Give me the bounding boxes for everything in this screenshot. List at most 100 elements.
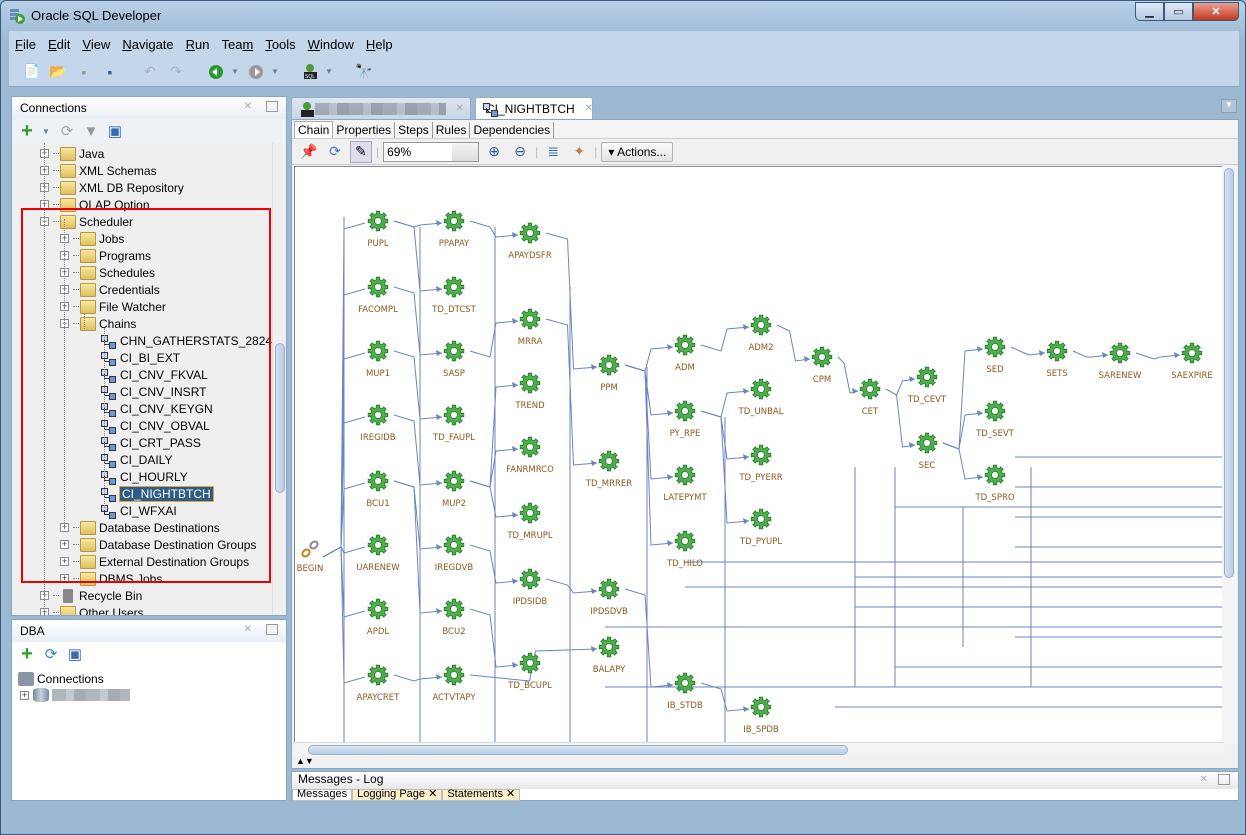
chain-step[interactable]: TD_BCUPL — [507, 652, 552, 691]
chain-rule-edge[interactable] — [393, 414, 443, 486]
save-icon[interactable]: ▪ — [73, 61, 95, 83]
expand-toggle[interactable]: + — [60, 574, 69, 583]
menu-help[interactable]: Help — [366, 37, 393, 52]
chain-item[interactable]: CI_CNV_FKVAL — [100, 366, 208, 383]
dba-connection-item[interactable]: + — [12, 686, 286, 702]
chain-rule-edge[interactable] — [469, 220, 519, 238]
subtab-properties[interactable]: Properties — [333, 122, 396, 138]
chain-rule-edge[interactable] — [469, 544, 519, 584]
canvas-vscroll-thumb[interactable] — [1224, 168, 1234, 578]
canvas-vertical-scrollbar[interactable] — [1222, 166, 1236, 744]
chain-step[interactable]: IB_SPDB — [743, 696, 779, 735]
tab-ci-nightbtch[interactable]: CI_NIGHTBTCH ✕ — [475, 97, 593, 119]
new-icon[interactable]: 📄 — [21, 61, 43, 83]
chain-step[interactable]: APDL — [367, 598, 389, 637]
chain-rule-edge[interactable] — [1135, 352, 1181, 360]
tree-item-java[interactable]: + Java — [40, 145, 104, 162]
chain-step[interactable]: ADM — [674, 334, 696, 373]
actions-button[interactable]: ▾ Actions... — [601, 141, 674, 162]
chain-rule-edge[interactable] — [942, 442, 984, 480]
chain-step[interactable]: IB_STDB — [667, 672, 703, 711]
edit-icon[interactable]: ✎ — [350, 140, 372, 163]
tab-sql-worksheet[interactable]: ✕ — [291, 97, 471, 119]
chain-item[interactable]: CI_WFXAI — [100, 502, 177, 519]
add-step-icon[interactable]: ≣ — [542, 141, 564, 163]
subtab-steps[interactable]: Steps — [395, 122, 433, 138]
chain-step[interactable]: PPAPAY — [439, 210, 470, 249]
menu-team[interactable]: Team — [222, 37, 254, 52]
chain-step[interactable]: IREGIDB — [360, 404, 396, 443]
chain-rule-edge[interactable] — [393, 480, 443, 550]
tree-item-jobs[interactable]: + Jobs — [60, 230, 124, 247]
chain-step[interactable]: IPDSIDB — [513, 568, 548, 607]
chain-step[interactable]: TD_FAUPL — [432, 404, 475, 443]
menu-tools[interactable]: Tools — [265, 37, 295, 52]
save-all-icon[interactable]: ▪ — [99, 61, 121, 83]
redo-icon[interactable]: ↷ — [165, 61, 187, 83]
chain-rule-edge[interactable] — [469, 318, 519, 358]
tree-item-external-destination-groups[interactable]: + External Destination Groups — [60, 553, 249, 570]
chain-step[interactable]: LATEPYMT — [663, 464, 707, 503]
close-panel-icon[interactable]: ✕ — [1200, 774, 1208, 785]
add-rule-icon[interactable]: ✦ — [568, 141, 590, 163]
subtab-chain[interactable]: Chain — [294, 121, 334, 138]
refresh-icon[interactable]: ⟳ — [42, 645, 60, 663]
chain-item[interactable]: CI_CNV_INSRT — [100, 383, 206, 400]
chain-item[interactable]: CI_HOURLY — [100, 468, 188, 485]
minimize-panel-icon[interactable] — [266, 101, 278, 112]
chain-step[interactable]: APAYDSFR — [508, 222, 552, 261]
menu-file[interactable]: File — [15, 37, 36, 52]
canvas-hscroll-thumb[interactable] — [308, 745, 848, 755]
split-arrows-icon[interactable]: ▲▼ — [296, 756, 314, 766]
chain-step[interactable]: BALAPY — [593, 636, 626, 675]
refresh-icon[interactable]: ⟳ — [324, 141, 346, 163]
tree-item-olap-option[interactable]: + OLAP Option — [40, 196, 150, 213]
tree-item-scheduler[interactable]: − Scheduler — [40, 213, 133, 230]
chain-step[interactable]: TD_MRUPL — [506, 502, 553, 541]
expand-toggle[interactable]: + — [20, 690, 29, 700]
subtab-dependencies[interactable]: Dependencies — [470, 122, 555, 138]
chain-item[interactable]: CI_NIGHTBTCH — [100, 485, 214, 502]
chain-step[interactable]: IREGDVB — [435, 534, 474, 573]
chain-step[interactable]: BCU1 — [366, 470, 390, 509]
chain-rule-edge[interactable] — [624, 364, 674, 546]
tree-item-programs[interactable]: + Programs — [60, 247, 151, 264]
add-dropdown-icon[interactable]: ▼ — [42, 127, 52, 136]
expand-toggle[interactable]: + — [60, 557, 69, 566]
menu-edit[interactable]: Edit — [48, 37, 70, 52]
chain-rule-edge[interactable] — [393, 220, 443, 292]
chain-rule-edge[interactable] — [885, 376, 916, 396]
chain-rule-edge[interactable] — [624, 364, 674, 480]
chain-item[interactable]: CI_CNV_OBVAL — [100, 417, 210, 434]
chain-step[interactable]: TD_PYERR — [738, 444, 783, 483]
chain-step[interactable]: APAYCRET — [357, 664, 400, 703]
chain-step[interactable]: FANRMRCO — [506, 436, 554, 475]
expand-toggle[interactable]: + — [60, 540, 69, 549]
chain-step[interactable]: MRRA — [518, 308, 543, 347]
chain-step[interactable]: SAEXPIRE — [1171, 342, 1213, 381]
chain-step[interactable]: TD_MRRER — [585, 450, 633, 489]
chain-rule-edge[interactable] — [393, 286, 443, 356]
forward-icon[interactable] — [245, 61, 267, 83]
chain-rule-edge[interactable] — [1072, 350, 1109, 358]
tree-item-database-destination-groups[interactable]: + Database Destination Groups — [60, 536, 256, 553]
tree-item-xml-schemas[interactable]: + XML Schemas — [40, 162, 157, 179]
sql-worksheet-icon[interactable]: SQL — [299, 61, 321, 83]
close-tab-icon[interactable]: ✕ — [456, 103, 464, 114]
maximize-button[interactable]: ▭ — [1164, 2, 1193, 21]
menu-run[interactable]: Run — [186, 37, 210, 52]
chain-item[interactable]: CI_CRT_PASS — [100, 434, 201, 451]
chain-step[interactable]: TD_UNBAL — [738, 378, 784, 417]
tree-scroll-thumb[interactable] — [275, 343, 285, 493]
chain-step[interactable]: TD_SPRO — [974, 464, 1015, 503]
close-tab-icon[interactable]: ✕ — [585, 103, 593, 114]
chain-step[interactable]: CET — [859, 378, 881, 417]
chain-rule-edge[interactable] — [545, 578, 598, 594]
minimize-panel-icon[interactable] — [1218, 774, 1230, 785]
tree-item-dbms-jobs[interactable]: + DBMS Jobs — [60, 570, 162, 587]
chain-step[interactable]: SARENEW — [1099, 342, 1142, 381]
menu-view[interactable]: View — [82, 37, 110, 52]
chain-step[interactable]: IPDSDVB — [590, 578, 628, 617]
chain-step[interactable]: PPM — [598, 354, 620, 393]
chain-step[interactable]: ADM2 — [748, 314, 774, 353]
